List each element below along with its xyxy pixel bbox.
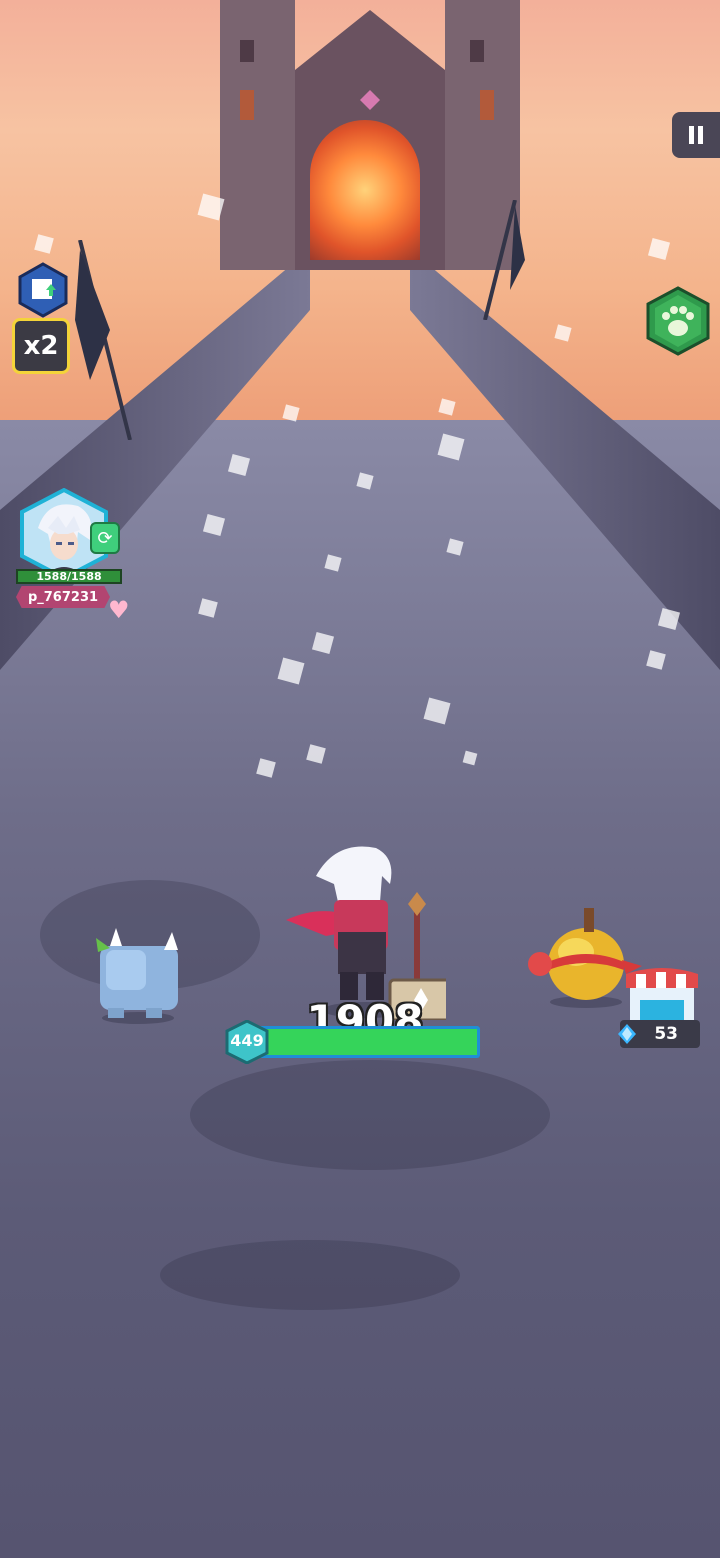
pause-button[interactable] bbox=[672, 112, 720, 158]
game-scene bbox=[0, 0, 720, 1558]
gem-icon bbox=[618, 1024, 636, 1044]
flag-left bbox=[75, 240, 132, 440]
player-hp-bar bbox=[258, 1026, 480, 1058]
cube-upgrade-icon[interactable] bbox=[18, 262, 68, 318]
speed-multiplier-button[interactable]: x2 bbox=[12, 318, 70, 374]
pause-icon bbox=[689, 126, 694, 144]
pause-icon-bar bbox=[698, 126, 703, 144]
fire-portal bbox=[310, 120, 420, 260]
paw-icon[interactable] bbox=[645, 286, 711, 356]
player-hp-fill bbox=[261, 1029, 477, 1055]
flag-right bbox=[483, 200, 525, 320]
player-character bbox=[286, 846, 446, 1020]
swap-icon[interactable]: ⟳ bbox=[90, 522, 120, 554]
ice-golem-pet bbox=[96, 928, 178, 1024]
player-level: 449 bbox=[230, 1031, 264, 1050]
ground-shadow bbox=[160, 1240, 460, 1310]
ground-shadow bbox=[190, 1060, 550, 1170]
player-name-tag: p_767231 bbox=[16, 586, 110, 608]
heart-icon: ♥ bbox=[108, 596, 130, 624]
speed-multiplier-label: x2 bbox=[23, 331, 59, 361]
hero-hp-text: 1588/1588 bbox=[16, 569, 122, 584]
